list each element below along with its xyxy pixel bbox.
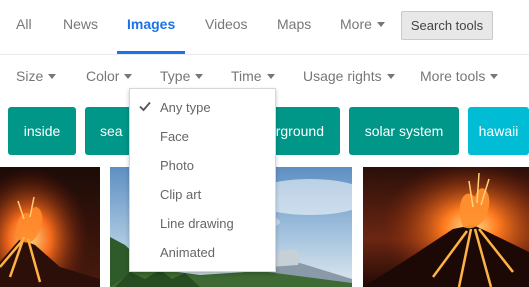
tab-more[interactable]: More xyxy=(340,0,385,54)
type-option-animated[interactable]: Animated xyxy=(130,238,275,267)
chevron-down-icon xyxy=(48,74,57,79)
tab-images-label: Images xyxy=(127,16,176,32)
image-result-volcano-1[interactable] xyxy=(0,167,100,287)
filter-size[interactable]: Size xyxy=(16,55,57,97)
type-option-label: Photo xyxy=(160,158,194,173)
chevron-down-icon xyxy=(490,74,499,79)
type-option-face[interactable]: Face xyxy=(130,122,275,151)
tab-more-label: More xyxy=(340,16,372,32)
type-option-label: Clip art xyxy=(160,187,202,202)
chevron-down-icon xyxy=(376,22,385,27)
type-option-label: Animated xyxy=(160,245,215,260)
filter-more-tools-label: More tools xyxy=(420,68,486,84)
type-option-label: Face xyxy=(160,129,189,144)
volcano-eruption-thumbnail xyxy=(0,167,100,287)
chevron-down-icon xyxy=(386,74,395,79)
filter-more-tools[interactable]: More tools xyxy=(420,55,499,97)
type-option-clip-art[interactable]: Clip art xyxy=(130,180,275,209)
filter-usage-rights-label: Usage rights xyxy=(303,68,382,84)
tab-news-label: News xyxy=(63,16,99,32)
type-option-label: Line drawing xyxy=(160,216,234,231)
filter-type-label: Type xyxy=(160,68,191,84)
type-dropdown-menu: Any type Face Photo Clip art Line drawin… xyxy=(129,88,276,272)
tab-images[interactable]: Images xyxy=(116,0,186,54)
tab-all-label: All xyxy=(16,16,32,32)
volcano-lava-thumbnail xyxy=(363,167,529,287)
chip-hawaii[interactable]: hawaii xyxy=(468,107,529,155)
search-tools-button[interactable]: Search tools xyxy=(401,11,493,40)
filter-time-label: Time xyxy=(231,68,262,84)
filter-size-label: Size xyxy=(16,68,44,84)
tab-videos-label: Videos xyxy=(205,16,248,32)
filter-color-label: Color xyxy=(86,68,120,84)
tab-all[interactable]: All xyxy=(16,0,32,54)
tab-maps[interactable]: Maps xyxy=(277,0,311,54)
chevron-down-icon xyxy=(266,74,275,79)
search-tabs-bar: All News Images Videos Maps More Search … xyxy=(0,0,529,55)
chip-solar-system[interactable]: solar system xyxy=(349,107,459,155)
chip-inside[interactable]: inside xyxy=(8,107,76,155)
filter-color[interactable]: Color xyxy=(86,55,133,97)
tab-news[interactable]: News xyxy=(63,0,98,54)
filter-usage-rights[interactable]: Usage rights xyxy=(303,55,395,97)
chevron-down-icon xyxy=(195,74,204,79)
image-result-volcano-3[interactable] xyxy=(363,167,529,287)
tab-videos[interactable]: Videos xyxy=(205,0,248,54)
checkmark-icon xyxy=(139,101,151,112)
tab-maps-label: Maps xyxy=(277,16,312,32)
chevron-down-icon xyxy=(124,74,133,79)
type-option-photo[interactable]: Photo xyxy=(130,151,275,180)
type-option-label: Any type xyxy=(160,100,211,115)
type-option-any-type[interactable]: Any type xyxy=(130,93,275,122)
type-option-line-drawing[interactable]: Line drawing xyxy=(130,209,275,238)
